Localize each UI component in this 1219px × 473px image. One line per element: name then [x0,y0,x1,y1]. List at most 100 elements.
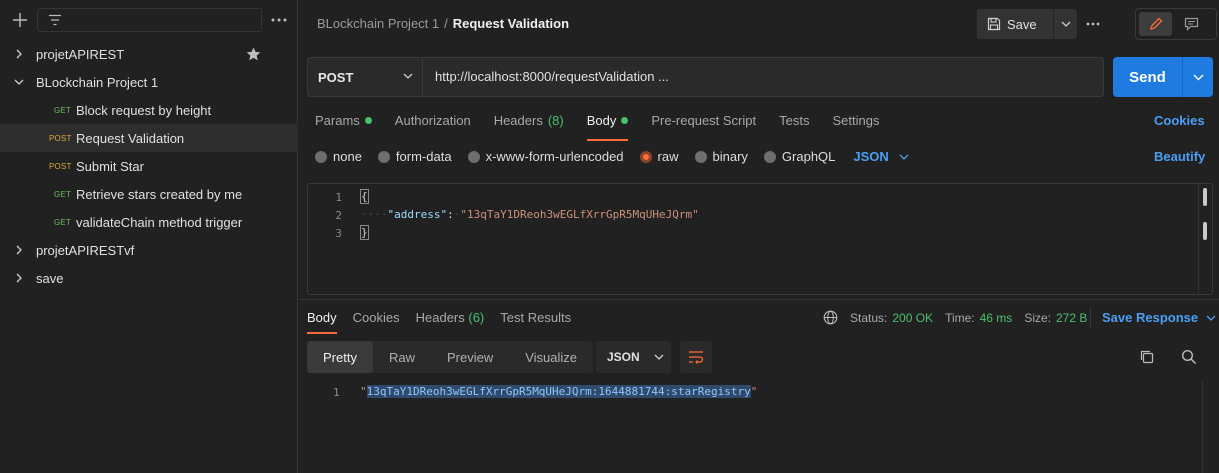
time-info: Time: 46 ms [945,311,1012,325]
method-badge: POST [49,162,72,171]
radio-binary[interactable]: binary [694,149,748,164]
star-icon[interactable] [246,47,261,61]
radio-form-data[interactable]: form-data [377,149,452,164]
tab-authorization[interactable]: Authorization [395,113,471,139]
view-visualize[interactable]: Visualize [509,341,593,373]
tab-label: Body [307,310,337,325]
filter-icon[interactable] [48,14,62,26]
code-value: "13qTaY1DReoh3wEGLfXrrGpR5MqUHeJQrm" [460,208,699,221]
collection-blockchain-project-1[interactable]: BLockchain Project 1 [0,68,298,96]
method-badge: GET [54,190,72,199]
send-dropdown-button[interactable] [1183,57,1213,97]
request-tabs: Params Authorization Headers (8) Body Pr… [315,113,902,141]
more-options-icon[interactable] [1085,16,1101,32]
request-item[interactable]: POST Submit Star [0,152,298,180]
view-pretty[interactable]: Pretty [307,341,373,373]
tab-response-headers[interactable]: Headers (6) [416,310,485,334]
collection-projetapirest[interactable]: projetAPIREST [0,40,298,68]
more-options-icon[interactable] [270,12,288,28]
tab-label: Test Results [500,310,572,325]
save-response-label: Save Response [1102,310,1199,325]
wrap-lines-button[interactable] [680,341,712,373]
cookies-link[interactable]: Cookies [1154,113,1205,128]
tab-label: Tests [779,113,810,128]
headers-count: (8) [547,113,564,128]
wrap-lines-icon [688,350,704,364]
size-info: Size: 272 B [1024,311,1087,325]
url-input[interactable]: http://localhost:8000/requestValidation … [435,69,669,84]
collection-save[interactable]: save [0,264,298,292]
request-item-selected[interactable]: POST Request Validation [0,124,298,152]
line-number: 1 [333,386,340,399]
filter-input[interactable] [37,8,262,32]
chevron-down-icon[interactable] [14,77,24,87]
radio-graphql[interactable]: GraphQL [763,149,835,164]
response-format-select[interactable]: JSON [596,341,671,373]
line-number: 1 [335,191,342,204]
copy-icon[interactable] [1139,349,1155,365]
chevron-right-icon[interactable] [14,49,24,59]
tab-params[interactable]: Params [315,113,372,139]
search-icon[interactable] [1181,349,1197,365]
request-item[interactable]: GET Retrieve stars created by me [0,180,298,208]
headers-count: (6) [468,310,485,325]
tab-response-cookies[interactable]: Cookies [353,310,400,334]
save-dropdown-button[interactable] [1054,9,1077,39]
radio-circle [694,150,707,163]
collection-projetapirestvf[interactable]: projetAPIRESTvf [0,236,298,264]
documentation-mode-button[interactable] [1175,12,1208,36]
request-body-editor[interactable]: 1 2 3 { ····"address":·"13qTaY1DReoh3wEG… [307,183,1213,295]
chevron-right-icon[interactable] [14,273,24,283]
tab-body[interactable]: Body [586,113,629,141]
save-response-button[interactable]: Save Response [1102,310,1216,325]
response-body[interactable]: "13qTaY1DReoh3wEGLfXrrGpR5MqUHeJQrm:1644… [360,385,757,398]
request-name: Block request by height [76,103,212,118]
plus-icon[interactable] [11,11,29,29]
breadcrumb-collection[interactable]: BLockchain Project 1 [317,16,439,31]
view-mode-toggle [1135,8,1217,40]
method-badge: GET [54,218,72,227]
tab-response-body[interactable]: Body [307,310,337,334]
tab-pre-request-script[interactable]: Pre-request Script [651,113,756,139]
radio-none[interactable]: none [315,149,362,164]
radio-circle [467,150,480,163]
response-tabs: Body Cookies Headers (6) Test Results [307,310,587,334]
method-select[interactable]: POST [308,58,423,96]
tab-label: Params [315,113,360,128]
chevron-down-icon [899,154,909,160]
request-item[interactable]: GET Block request by height [0,96,298,124]
send-button[interactable]: Send [1113,57,1183,97]
tab-label: Body [586,113,617,128]
radio-raw[interactable]: raw [639,149,679,164]
tab-headers[interactable]: Headers (8) [494,113,564,139]
tab-label: Authorization [394,113,471,128]
status-info: Status: 200 OK [850,311,933,325]
tab-settings[interactable]: Settings [832,113,879,139]
code-open-brace: { [360,189,369,204]
request-name: validateChain method trigger [76,215,243,230]
view-preview[interactable]: Preview [431,341,509,373]
view-raw[interactable]: Raw [373,341,431,373]
tab-tests[interactable]: Tests [779,113,809,139]
tab-test-results[interactable]: Test Results [500,310,571,334]
save-button[interactable]: Save [977,9,1054,39]
request-item[interactable]: GET validateChain method trigger [0,208,298,236]
radio-urlencoded[interactable]: x-www-form-urlencoded [467,149,624,164]
globe-icon[interactable] [823,310,838,325]
chevron-right-icon[interactable] [14,245,24,255]
beautify-link[interactable]: Beautify [1154,149,1205,164]
indicator-dot [364,117,372,124]
code-close-brace: } [360,225,369,240]
editor-scroll-track [1198,184,1199,294]
editor-scrollbar[interactable] [1203,188,1207,206]
radio-circle [377,150,390,163]
breadcrumb-separator: / [444,16,448,31]
quote-close: " [750,385,758,398]
request-name: Submit Star [76,159,144,174]
breadcrumb-request[interactable]: Request Validation [453,16,569,31]
editor-scrollbar[interactable] [1203,222,1207,240]
pencil-icon [1149,17,1163,31]
edit-mode-button[interactable] [1139,12,1172,36]
language-select[interactable]: JSON [853,149,909,164]
comment-icon [1184,17,1199,31]
